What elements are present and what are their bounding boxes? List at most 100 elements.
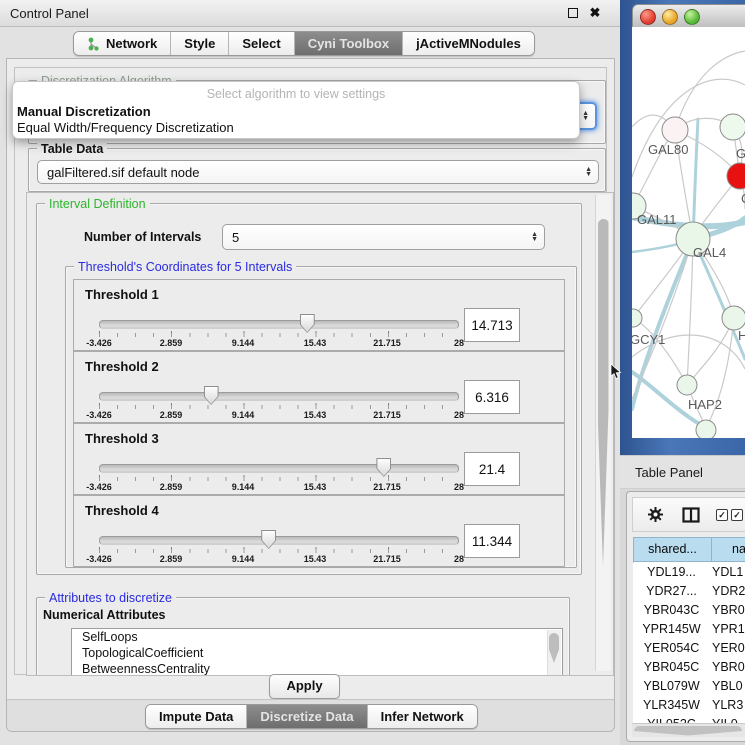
slider-track[interactable] — [99, 464, 459, 473]
tab-impute-data[interactable]: Impute Data — [146, 705, 246, 728]
threshold-4-panel: Threshold 4 -3.426 2.859 9.144 15.4 — [73, 495, 565, 567]
table-cell[interactable]: YLR3 — [712, 696, 745, 715]
node-label-gcy1: GCY1 — [632, 332, 665, 347]
threshold-4-slider[interactable]: -3.426 2.859 9.144 15.43 21.715 28 — [99, 529, 459, 563]
number-of-intervals-value: 5 — [232, 230, 239, 245]
bottom-tab-strip: Impute Data Discretize Data Infer Networ… — [145, 704, 478, 729]
node-top-right[interactable] — [720, 114, 745, 140]
table-cell[interactable]: YDL1 — [712, 563, 745, 582]
node-bottom[interactable] — [696, 420, 716, 438]
checkbox-icon[interactable]: ✓ — [716, 509, 728, 521]
algorithm-placeholder-option[interactable]: Select algorithm to view settings — [13, 87, 579, 101]
table-scrollbar-thumb[interactable] — [634, 726, 742, 736]
network-window-titlebar[interactable] — [632, 4, 745, 29]
table-cell[interactable]: YER0 — [712, 639, 745, 658]
table-cell[interactable]: YIL052C — [633, 715, 710, 723]
close-traffic-light[interactable] — [640, 9, 656, 25]
tab-cyni-toolbox[interactable]: Cyni Toolbox — [294, 32, 402, 55]
threshold-2-value-input[interactable] — [464, 380, 520, 414]
algorithm-option-manual[interactable]: Manual Discretization — [16, 104, 576, 119]
tab-select[interactable]: Select — [228, 32, 293, 55]
gear-icon[interactable] — [647, 506, 664, 523]
cyni-toolbox-panel: Discretization Algorithm ▲▼ Table Data g… — [6, 58, 615, 732]
combo-stepper-icon: ▲▼ — [582, 111, 589, 121]
tab-discretize-data[interactable]: Discretize Data — [246, 705, 366, 728]
threshold-2-label: Threshold 2 — [85, 359, 159, 374]
slider-track[interactable] — [99, 536, 459, 545]
minimize-traffic-light[interactable] — [662, 9, 678, 25]
algorithm-dropdown-popup: Select algorithm to view settings Manual… — [12, 81, 580, 139]
settings-scrollbar-thumb[interactable] — [598, 219, 609, 567]
list-item[interactable]: SelfLoops — [72, 629, 562, 645]
apply-button[interactable]: Apply — [269, 674, 340, 699]
table-data-combobox[interactable]: galFiltered.sif default node ▲▼ — [37, 160, 599, 184]
tab-impute-data-label: Impute Data — [159, 709, 233, 724]
network-nodes[interactable] — [632, 114, 745, 438]
node-selected-red[interactable] — [727, 163, 745, 189]
table-cell[interactable]: YIL0 — [712, 715, 745, 723]
list-scrollbar-thumb[interactable] — [549, 633, 559, 663]
tab-style-label: Style — [184, 36, 215, 51]
control-panel-titlebar: Control Panel ✖ — [0, 0, 620, 27]
slider-track[interactable] — [99, 392, 459, 401]
slider-track[interactable] — [99, 320, 459, 329]
table-cell[interactable]: YLR345W — [633, 696, 710, 715]
tick-label: 2.859 — [160, 338, 183, 348]
table-cell[interactable]: YBL0 — [712, 677, 745, 696]
tab-style[interactable]: Style — [170, 32, 228, 55]
threshold-2-panel: Threshold 2 -3.426 2.859 9.144 15.4 — [73, 351, 565, 423]
table-horizontal-scrollbar[interactable] — [632, 723, 745, 737]
zoom-traffic-light[interactable] — [684, 9, 700, 25]
table-cell[interactable]: YBR0 — [712, 601, 745, 620]
table-cell[interactable]: YBR043C — [633, 601, 710, 620]
attributes-group: Attributes to discretize Numerical Attri… — [36, 597, 570, 676]
list-scrollbar[interactable] — [547, 630, 561, 676]
threshold-4-value-input[interactable] — [464, 524, 520, 558]
table-data-combobox-value: galFiltered.sif default node — [47, 165, 199, 180]
tab-network[interactable]: Network — [74, 32, 170, 55]
tick-label: 2.859 — [160, 554, 183, 564]
settings-scrollbar[interactable] — [595, 195, 611, 671]
node-label-hap2: HAP2 — [688, 397, 722, 412]
table-cell[interactable]: YBR0 — [712, 658, 745, 677]
table-cell[interactable]: YDL19... — [633, 563, 710, 582]
node-label-gal80: GAL80 — [648, 142, 688, 157]
table-cell[interactable]: YDR2 — [712, 582, 745, 601]
tick-label: 9.144 — [232, 410, 255, 420]
table-cell[interactable]: YPR1 — [712, 620, 745, 639]
split-columns-icon[interactable] — [682, 507, 700, 523]
float-window-button[interactable] — [566, 6, 580, 20]
table-cell[interactable]: YBR045C — [633, 658, 710, 677]
close-panel-button[interactable]: ✖ — [588, 6, 602, 20]
tick-label: -3.426 — [86, 482, 112, 492]
algorithm-option-equal-width[interactable]: Equal Width/Frequency Discretization — [16, 120, 576, 135]
network-canvas[interactable]: GAL80 GA C GAL11 GAL4 GCY1 H HAP2 — [632, 27, 745, 438]
node-hap2[interactable] — [677, 375, 697, 395]
list-item[interactable]: TopologicalCoefficient — [72, 645, 562, 661]
checkbox-icon[interactable]: ✓ — [731, 509, 743, 521]
threshold-1-value-input[interactable] — [464, 308, 520, 342]
table-cell[interactable]: YER054C — [633, 639, 710, 658]
node-right-mid[interactable] — [722, 306, 745, 330]
table-cell[interactable]: YPR145W — [633, 620, 710, 639]
column-header-shared[interactable]: shared... — [633, 537, 712, 562]
column-header-name[interactable]: na — [711, 537, 745, 562]
tick-label: 28 — [454, 338, 464, 348]
combo-stepper-icon: ▲▼ — [531, 232, 538, 242]
threshold-3-value-input[interactable] — [464, 452, 520, 486]
number-of-intervals-combobox[interactable]: 5 ▲▼ — [222, 224, 545, 250]
tab-infer-network[interactable]: Infer Network — [367, 705, 477, 728]
tab-jactivemnodules[interactable]: jActiveMNodules — [402, 32, 534, 55]
node-gal80[interactable] — [662, 117, 688, 143]
number-of-intervals-label: Number of Intervals — [84, 230, 201, 244]
tick-label: -3.426 — [86, 338, 112, 348]
threshold-1-slider[interactable]: -3.426 2.859 9.144 15.43 21.715 28 — [99, 313, 459, 347]
table-cell[interactable]: YBL079W — [633, 677, 710, 696]
tab-discretize-data-label: Discretize Data — [260, 709, 353, 724]
slider-minor-ticks — [99, 477, 460, 481]
table-cell[interactable]: YDR27... — [633, 582, 710, 601]
node-gcy1[interactable] — [632, 309, 642, 327]
threshold-2-slider[interactable]: -3.426 2.859 9.144 15.43 21.715 28 — [99, 385, 459, 419]
tick-label: 9.144 — [232, 554, 255, 564]
threshold-3-slider[interactable]: -3.426 2.859 9.144 15.43 21.715 28 — [99, 457, 459, 491]
